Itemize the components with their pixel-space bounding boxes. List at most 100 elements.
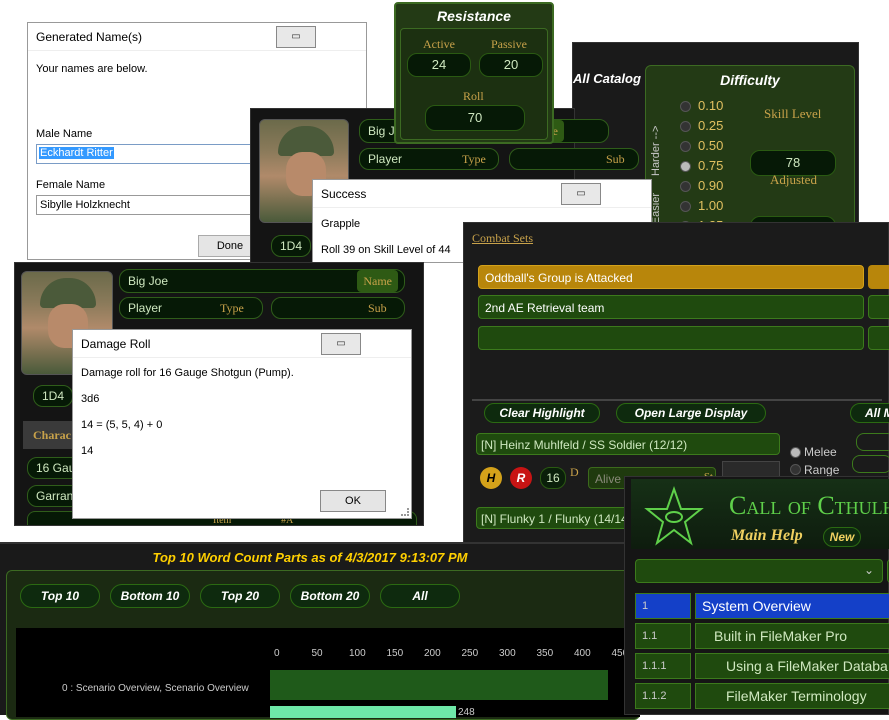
top-20-button[interactable]: Top 20 [200,584,280,608]
difficulty-radio-1.00[interactable] [680,201,691,212]
damage-title: Damage Roll [81,336,151,351]
all-parts-button[interactable]: All [380,584,460,608]
passive-label: Passive [491,37,527,51]
female-name-field[interactable]: Sibylle Holzknecht [36,195,276,215]
combatant-row-2[interactable]: [N] Flunky 1 / Flunky (14/14 [476,507,636,529]
range-radio[interactable] [790,464,801,475]
chart-bar-1 [270,706,456,718]
player-field-main[interactable]: Player Type [119,297,263,319]
combat-set-row-2b[interactable] [868,295,889,319]
combatant-d-label: D [570,465,579,479]
new-button[interactable]: New [823,527,861,547]
success-title: Success [321,186,367,201]
female-name-value: Sibylle Holzknecht [40,199,130,211]
weapon-label-1: 16 Gau [36,461,76,475]
resistance-box: Active Passive 24 20 Roll 70 [400,28,548,140]
dialog-title: Generated Name(s) [36,29,143,44]
dialog-titlebar: Generated Name(s) ▭ [28,23,366,51]
combat-set-row-3[interactable] [478,326,864,350]
x-tick-label: 200 [424,648,441,659]
x-tick-label: 0 [274,648,280,659]
bar-label-0: 0 : Scenario Overview, Scenario Overview [62,683,249,694]
open-large-display-button[interactable]: Open Large Display [616,403,766,423]
x-tick-label: 100 [349,648,366,659]
resistance-title: Resistance [437,8,511,24]
difficulty-option-label: 0.90 [698,178,724,193]
help-item-number[interactable]: 1 [635,593,691,619]
x-tick-label: 250 [461,648,479,659]
dice-value-top: 1D4 [280,239,303,253]
bottom-10-button[interactable]: Bottom 10 [110,584,190,608]
sub-field-top[interactable]: Sub [509,148,639,170]
help-window: Call of Cthulh Main Help New ⌄ 1 System O… [624,476,889,715]
hit-button[interactable]: H [480,467,502,489]
roll-button[interactable]: R [510,467,532,489]
combat-set-row-3b[interactable] [868,326,889,350]
harder-label: Harder --> [650,125,662,176]
sub-label-main: Sub [368,301,387,315]
chevron-down-icon: ⌄ [863,563,874,577]
damage-line4: 14 [81,445,94,457]
restore-icon[interactable]: ▭ [321,333,361,355]
help-item-number[interactable]: 1.1 [635,623,691,649]
resize-grip-icon[interactable] [401,508,409,516]
combat-sets-title[interactable]: Combat Sets [472,231,533,246]
success-titlebar: Success ▭ [313,180,651,208]
player-field-top[interactable]: Player Type [359,148,499,170]
difficulty-radio-0.90[interactable] [680,181,691,192]
x-tick-label: 300 [499,648,516,659]
help-item-label[interactable]: Built in FileMaker Pro [695,623,889,649]
skill-level-label: Skill Level [764,106,822,121]
combatant-number: 16 [540,467,566,489]
difficulty-panel: Difficulty Harder --> <-- Easier Skill L… [645,65,855,242]
elder-sign-icon [643,485,705,552]
name-field-main[interactable]: Big Joe Name [119,269,405,293]
help-item-label[interactable]: FileMaker Terminology [695,683,889,709]
help-dropdown[interactable]: ⌄ [635,559,883,583]
dice-field-top: 1D4 [271,235,311,257]
player-label-main: Player [128,301,163,315]
help-item-label[interactable]: Using a FileMaker Databa [695,653,889,679]
dice-value-main: 1D4 [42,389,65,403]
clear-highlight-button[interactable]: Clear Highlight [484,403,600,423]
x-tick-label: 350 [536,648,554,659]
combatant-row-1[interactable]: [N] Heinz Muhlfeld / SS Soldier (12/12) [476,433,780,455]
melee-radio[interactable] [790,447,801,458]
combat-set-row-2[interactable]: 2nd AE Retrieval team [478,295,864,319]
elder-sign-svg [644,485,704,546]
male-name-label: Male Name [36,128,93,140]
top-10-button[interactable]: Top 10 [20,584,100,608]
sub-field-main[interactable]: Sub [271,297,405,319]
difficulty-option-label: 0.10 [698,98,724,113]
combat-divider [472,399,882,401]
catalog-label: All Catalog [573,71,641,86]
help-item-number[interactable]: 1.1.2 [635,683,691,709]
difficulty-radio-0.10[interactable] [680,101,691,112]
damage-line1: Damage roll for 16 Gauge Shotgun (Pump). [81,367,294,379]
help-item-label[interactable]: System Overview [695,593,889,619]
bottom-20-button[interactable]: Bottom 20 [290,584,370,608]
status-value: Alive [595,472,622,486]
male-name-field[interactable]: Eckhardt Ritter [36,144,276,164]
difficulty-title: Difficulty [720,72,780,88]
difficulty-option-label: 0.25 [698,118,724,133]
damage-line3: 14 = (5, 5, 4) + 0 [81,419,163,431]
difficulty-radio-0.50[interactable] [680,141,691,152]
combat-set-row-1b[interactable] [868,265,889,289]
restore-icon[interactable]: ▭ [276,26,316,48]
difficulty-radio-0.75[interactable] [680,161,691,172]
female-name-label: Female Name [36,179,106,191]
restore-icon[interactable]: ▭ [561,183,601,205]
combat-set-row-1[interactable]: Oddball's Group is Attacked [478,265,864,289]
active-label: Active [423,37,455,51]
name-value-main: Big Joe [128,274,169,288]
success-line1: Grapple [321,218,361,230]
combat-set-label-2: 2nd AE Retrieval team [485,301,605,315]
all-button[interactable]: All M [850,403,889,423]
help-item-number[interactable]: 1.1.1 [635,653,691,679]
ok-button[interactable]: OK [320,490,386,512]
difficulty-radio-0.25[interactable] [680,121,691,132]
combat-side-box-1 [856,433,889,451]
active-value: 24 [407,53,471,77]
damage-titlebar: Damage Roll ▭ [73,330,411,358]
